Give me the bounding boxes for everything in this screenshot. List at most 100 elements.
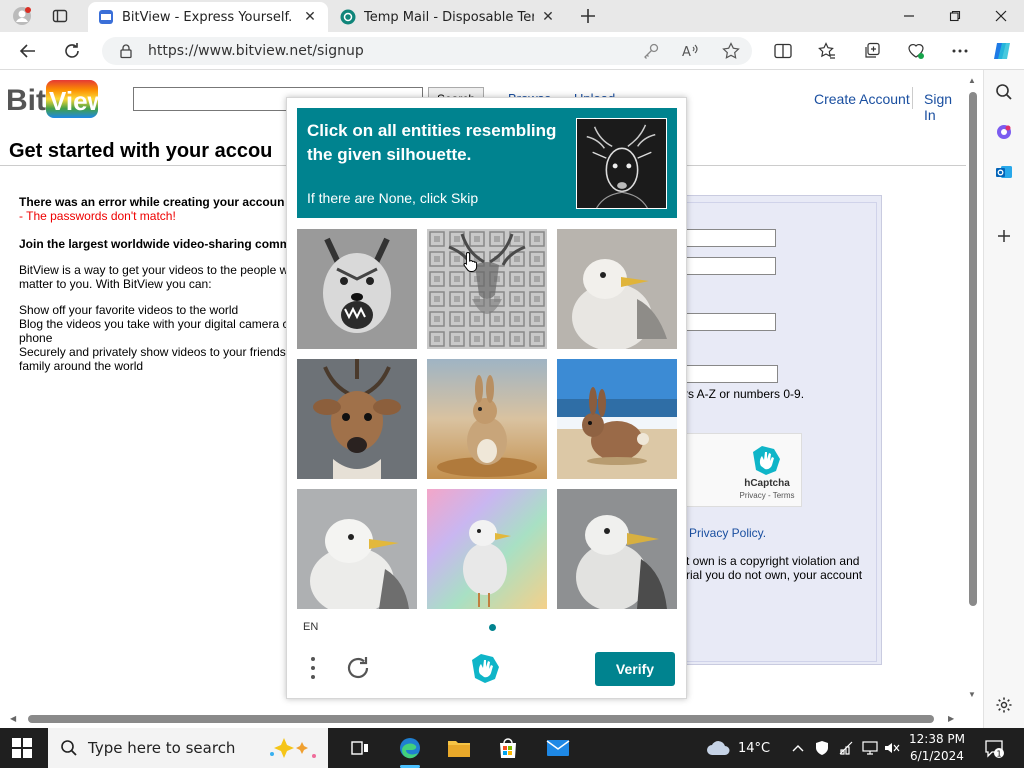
profile-icon[interactable] (12, 6, 32, 26)
challenge-tile-seagull[interactable] (297, 489, 417, 609)
search-highlight-icon (270, 738, 316, 758)
edge-taskbar-icon[interactable] (396, 734, 424, 768)
lock-icon[interactable] (118, 43, 134, 59)
challenge-header: Click on all entities resembling the giv… (297, 108, 677, 218)
challenge-tile-seagull[interactable] (557, 489, 677, 609)
copyright-text: t own is a copyright violation and (686, 554, 860, 568)
search-icon (61, 740, 77, 756)
svg-text:Bit: Bit (6, 84, 46, 117)
tab-bitview[interactable]: BitView - Express Yourself. ✕ (88, 2, 328, 32)
search-icon[interactable] (994, 82, 1014, 102)
notifications-icon[interactable]: 1 (984, 738, 1004, 758)
temp-mail-favicon-icon (340, 9, 356, 25)
back-icon[interactable] (16, 40, 40, 62)
file-explorer-icon[interactable] (445, 734, 473, 762)
more-options-icon[interactable] (950, 41, 970, 61)
microsoft-store-icon[interactable] (494, 734, 522, 762)
tab-bar: BitView - Express Yourself. ✕ Temp Mail … (0, 0, 1024, 32)
read-aloud-icon[interactable]: A (681, 41, 701, 61)
vertical-scroll-thumb[interactable] (969, 92, 977, 606)
tab-temp-mail[interactable]: Temp Mail - Disposable Tempora ✕ (330, 2, 566, 32)
outlook-icon[interactable] (994, 162, 1014, 182)
tab-title: Temp Mail - Disposable Tempora (364, 9, 534, 25)
feature-text: phone (19, 331, 53, 345)
horizontal-scroll-thumb[interactable] (28, 715, 934, 723)
notifications-count: 1 (996, 750, 1001, 759)
create-account-link[interactable]: Create Account (814, 91, 910, 107)
challenge-subtext: If there are None, click Skip (307, 190, 479, 206)
feature-text: family around the world (19, 359, 144, 373)
show-hidden-icons[interactable] (790, 740, 806, 756)
hcaptcha-logo-icon (753, 446, 780, 475)
sidebar-settings-icon[interactable] (994, 695, 1014, 715)
language-selector[interactable]: EN (303, 621, 318, 633)
address-bar-row: https://www.bitview.net/signup A (0, 32, 1024, 70)
close-tab-icon[interactable]: ✕ (302, 9, 318, 25)
restore-icon[interactable] (932, 0, 978, 32)
hcaptcha-terms-link[interactable]: Privacy - Terms (733, 491, 801, 500)
close-window-icon[interactable] (978, 0, 1024, 32)
page-indicator-dot (489, 624, 496, 631)
split-screen-icon[interactable] (773, 41, 793, 61)
confirm-password-field[interactable] (680, 365, 778, 383)
hcaptcha-logo-icon[interactable] (468, 652, 502, 684)
scroll-down-icon[interactable]: ▼ (968, 690, 976, 699)
challenge-tile-rabbit-sand[interactable] (427, 359, 547, 479)
performance-icon[interactable] (906, 41, 926, 61)
feature-text: Securely and privately show videos to yo… (19, 345, 286, 359)
minimize-icon[interactable] (886, 0, 932, 32)
key-icon[interactable] (641, 41, 661, 61)
challenge-tile-deer-pattern[interactable] (427, 229, 547, 349)
challenge-tile-wolf[interactable] (297, 229, 417, 349)
sign-in-link[interactable]: Sign In (924, 91, 966, 123)
horizontal-scrollbar[interactable]: ◀ ▶ (0, 712, 966, 728)
challenge-tile-deer[interactable] (297, 359, 417, 479)
vertical-scrollbar[interactable]: ▲ ▼ (966, 70, 983, 712)
hcaptcha-name: hCaptcha (744, 478, 790, 489)
new-tab-icon[interactable] (578, 6, 598, 26)
copilot-sidebar-icon[interactable] (994, 122, 1014, 142)
taskbar-search-box[interactable]: Type here to search (48, 728, 328, 768)
security-shield-icon[interactable] (814, 740, 830, 756)
favorites-icon[interactable] (817, 41, 837, 61)
url-text[interactable]: https://www.bitview.net/signup (148, 43, 364, 59)
challenge-menu-icon[interactable] (307, 655, 319, 681)
hcaptcha-challenge-popup: Click on all entities resembling the giv… (286, 97, 687, 699)
clock[interactable]: 12:38 PM 6/1/2024 (906, 731, 968, 765)
challenge-refresh-icon[interactable] (345, 655, 371, 681)
network-icon[interactable] (838, 740, 854, 756)
scroll-left-icon[interactable]: ◀ (10, 714, 16, 723)
verify-button[interactable]: Verify (595, 652, 675, 686)
display-icon[interactable] (862, 740, 878, 756)
tab-title: BitView - Express Yourself. (122, 9, 293, 25)
edge-sidebar (983, 70, 1024, 728)
windows-start-icon[interactable] (12, 738, 32, 758)
close-tab-icon[interactable]: ✕ (540, 9, 556, 25)
cloud-icon (707, 741, 730, 755)
username-field[interactable] (680, 229, 776, 247)
volume-muted-icon[interactable] (884, 740, 900, 756)
copilot-icon[interactable] (991, 40, 1013, 62)
hcaptcha-widget[interactable]: hCaptcha Privacy - Terms (676, 433, 802, 507)
weather-widget[interactable]: 14°C (706, 738, 786, 758)
svg-text:View: View (49, 86, 98, 116)
taskbar-search-placeholder[interactable]: Type here to search (88, 739, 235, 757)
privacy-policy-link[interactable]: Privacy Policy. (689, 526, 766, 540)
refresh-icon[interactable] (60, 40, 84, 62)
scroll-up-icon[interactable]: ▲ (968, 76, 976, 85)
collections-icon[interactable] (862, 41, 882, 61)
challenge-prompt: Click on all entities resembling the giv… (307, 121, 557, 164)
favorite-star-icon[interactable] (721, 41, 741, 61)
scroll-right-icon[interactable]: ▶ (948, 714, 954, 723)
bitview-logo[interactable]: Bit View (6, 78, 98, 120)
challenge-tile-rabbit-beach[interactable] (557, 359, 677, 479)
challenge-tile-seagull[interactable] (557, 229, 677, 349)
challenge-tile-seagull-rainbow[interactable] (427, 489, 547, 609)
password-field[interactable] (680, 313, 776, 331)
email-field[interactable] (680, 257, 776, 275)
task-view-icon[interactable] (346, 734, 374, 762)
tab-actions-icon[interactable] (50, 6, 70, 26)
intro-text: matter to you. With BitView you can: (19, 277, 212, 291)
add-sidebar-app-icon[interactable] (994, 226, 1014, 246)
mail-icon[interactable] (544, 734, 572, 762)
